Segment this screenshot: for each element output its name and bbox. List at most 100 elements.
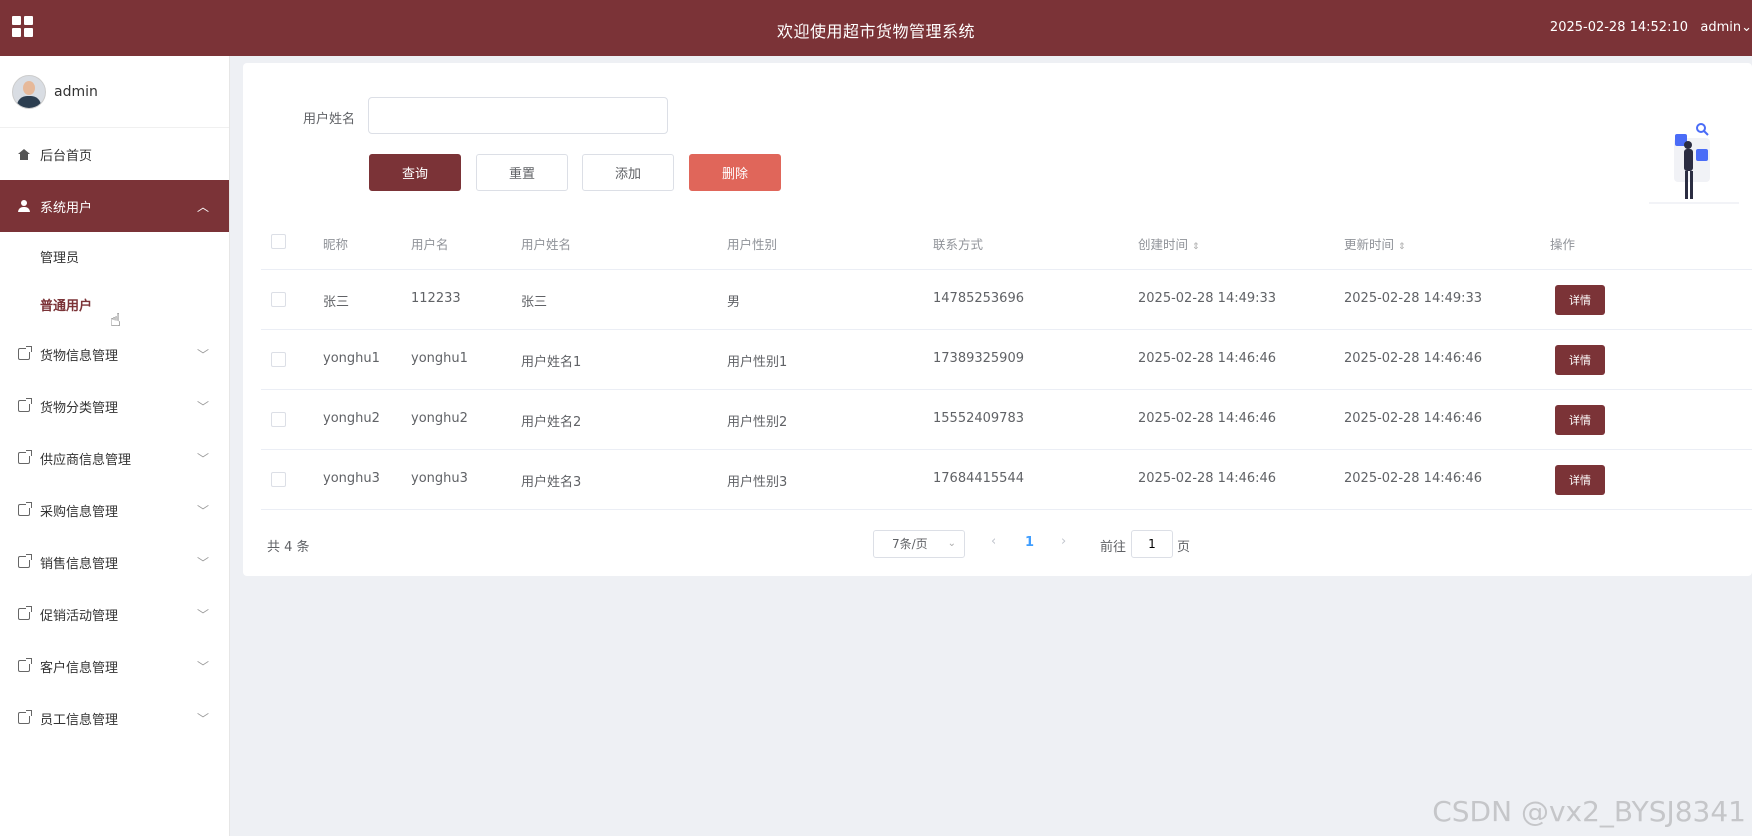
watermark: CSDN @vx2_BYSJ8341	[1432, 795, 1746, 828]
sidebar-item-sales[interactable]: 销售信息管理 ﹀	[0, 536, 229, 588]
user-icon	[16, 198, 32, 214]
chevron-down-icon: ⌄	[1741, 20, 1752, 35]
chevron-down-icon: ﹀	[196, 712, 209, 726]
cell-updated: 2025-02-28 14:46:46	[1344, 411, 1483, 426]
sidebar-item-customer[interactable]: 客户信息管理 ﹀	[0, 640, 229, 692]
user-dropdown[interactable]: admin⌄	[1700, 20, 1752, 35]
cell-nickname: yonghu3	[323, 471, 380, 486]
chevron-down-icon: ﹀	[196, 608, 209, 622]
search-label: 用户姓名	[303, 112, 356, 127]
doc-icon	[16, 658, 32, 674]
sidebar-item-label: 货物分类管理	[40, 400, 119, 416]
col-header-label: 更新时间	[1344, 237, 1395, 252]
cell-username: yonghu2	[411, 411, 468, 426]
main-card: 用户姓名 查询 重置 添加 删除 昵称 用户名 用户姓名 用户性别 联系方式 创…	[243, 63, 1752, 576]
doc-icon	[16, 502, 32, 518]
add-button[interactable]: 添加	[582, 154, 674, 191]
chevron-down-icon: ﹀	[196, 452, 209, 466]
chevron-down-icon: ⌄	[947, 538, 956, 549]
cell-username: 112233	[411, 291, 461, 306]
cell-nickname: yonghu2	[323, 411, 380, 426]
page-size-value: 7条/页	[892, 537, 928, 551]
doc-icon	[16, 346, 32, 362]
detail-button[interactable]: 详情	[1555, 285, 1605, 315]
table-row: 张三 112233 张三 男 14785253696 2025-02-28 14:49:3…	[261, 270, 1752, 330]
sidebar-item-label: 促销活动管理	[40, 608, 119, 624]
search-illustration-icon	[1649, 123, 1739, 204]
goto-suffix: 页	[1177, 540, 1191, 555]
sidebar-item-supplier[interactable]: 供应商信息管理 ﹀	[0, 432, 229, 484]
hand-cursor-icon: ☝	[110, 310, 121, 331]
cell-gender: 用户性别3	[727, 475, 788, 490]
select-all-checkbox[interactable]	[271, 234, 286, 249]
sidebar-item-label: 系统用户	[40, 200, 93, 216]
sidebar-item-home[interactable]: 后台首页	[0, 128, 229, 180]
col-header-fullname: 用户姓名	[521, 237, 572, 252]
detail-button[interactable]: 详情	[1555, 345, 1605, 375]
col-header-created[interactable]: 创建时间 ⇕	[1138, 234, 1200, 253]
cell-gender: 用户性别1	[727, 355, 788, 370]
col-header-updated[interactable]: 更新时间 ⇕	[1344, 234, 1406, 253]
sidebar-item-label: 后台首页	[40, 148, 93, 164]
detail-button[interactable]: 详情	[1555, 405, 1605, 435]
table-row: yonghu3 yonghu3 用户姓名3 用户性别3 17684415544 2025-…	[261, 450, 1752, 510]
cell-updated: 2025-02-28 14:46:46	[1344, 351, 1483, 366]
table-header-row: 昵称 用户名 用户姓名 用户性别 联系方式 创建时间 ⇕ 更新时间 ⇕ 操作	[261, 214, 1752, 270]
goto-label: 前往	[1100, 540, 1127, 555]
sidebar-item-purchase[interactable]: 采购信息管理 ﹀	[0, 484, 229, 536]
row-checkbox[interactable]	[271, 412, 286, 427]
chevron-down-icon: ﹀	[196, 504, 209, 518]
col-header-username: 用户名	[411, 237, 449, 252]
cell-contact: 17389325909	[933, 351, 1024, 366]
table-row: yonghu1 yonghu1 用户姓名1 用户性别1 17389325909 2025-…	[261, 330, 1752, 390]
row-checkbox[interactable]	[271, 352, 286, 367]
col-header-gender: 用户性别	[727, 237, 778, 252]
reset-button[interactable]: 重置	[476, 154, 568, 191]
sort-icon: ⇕	[1398, 242, 1406, 252]
chevron-down-icon: ﹀	[196, 556, 209, 570]
chevron-down-icon: ﹀	[196, 660, 209, 674]
cell-fullname: 用户姓名3	[521, 475, 582, 490]
cell-contact: 15552409783	[933, 411, 1024, 426]
sidebar-item-label: 销售信息管理	[40, 556, 119, 572]
sidebar-item-label: 客户信息管理	[40, 660, 119, 676]
page-number[interactable]: 1	[1025, 535, 1034, 550]
sort-icon: ⇕	[1192, 242, 1200, 252]
cell-contact: 14785253696	[933, 291, 1024, 306]
doc-icon	[16, 554, 32, 570]
user-menu-label: admin	[1700, 20, 1742, 35]
sidebar-profile: admin	[0, 56, 229, 128]
cell-gender: 男	[727, 295, 741, 310]
sidebar-item-label: 采购信息管理	[40, 504, 119, 520]
sidebar-item-promotion[interactable]: 促销活动管理 ﹀	[0, 588, 229, 640]
query-button[interactable]: 查询	[369, 154, 461, 191]
detail-button[interactable]: 详情	[1555, 465, 1605, 495]
col-header-label: 创建时间	[1138, 237, 1189, 252]
datetime-display: 2025-02-28 14:52:10	[1549, 20, 1688, 35]
sidebar-item-goods-category[interactable]: 货物分类管理 ﹀	[0, 380, 229, 432]
cell-updated: 2025-02-28 14:46:46	[1344, 471, 1483, 486]
goto-page-input[interactable]	[1131, 530, 1173, 558]
row-checkbox[interactable]	[271, 292, 286, 307]
profile-name: admin	[54, 83, 98, 100]
doc-icon	[16, 398, 32, 414]
next-page-icon[interactable]: ›	[1061, 534, 1066, 549]
sidebar-item-employee[interactable]: 员工信息管理 ﹀	[0, 692, 229, 744]
users-table: 昵称 用户名 用户姓名 用户性别 联系方式 创建时间 ⇕ 更新时间 ⇕ 操作 张三 1…	[261, 214, 1752, 510]
prev-page-icon[interactable]: ‹	[991, 534, 996, 549]
sidebar-item-system-users[interactable]: 系统用户 ︿	[0, 180, 229, 232]
cell-username: yonghu3	[411, 471, 468, 486]
delete-button[interactable]: 删除	[689, 154, 781, 191]
cell-created: 2025-02-28 14:46:46	[1138, 351, 1277, 366]
doc-icon	[16, 450, 32, 466]
user-fullname-input[interactable]	[368, 97, 668, 134]
avatar	[12, 74, 46, 109]
total-count: 共 4 条	[267, 540, 310, 555]
sidebar-item-goods-info[interactable]: 货物信息管理 ﹀	[0, 328, 229, 380]
row-checkbox[interactable]	[271, 472, 286, 487]
table-body: 张三 112233 张三 男 14785253696 2025-02-28 14:49:3…	[261, 270, 1752, 510]
cell-nickname: yonghu1	[323, 351, 380, 366]
page-size-select[interactable]: 7条/页 ⌄	[873, 530, 965, 558]
sidebar-subitem-admins[interactable]: 管理员	[0, 232, 229, 280]
cell-fullname: 用户姓名1	[521, 355, 582, 370]
